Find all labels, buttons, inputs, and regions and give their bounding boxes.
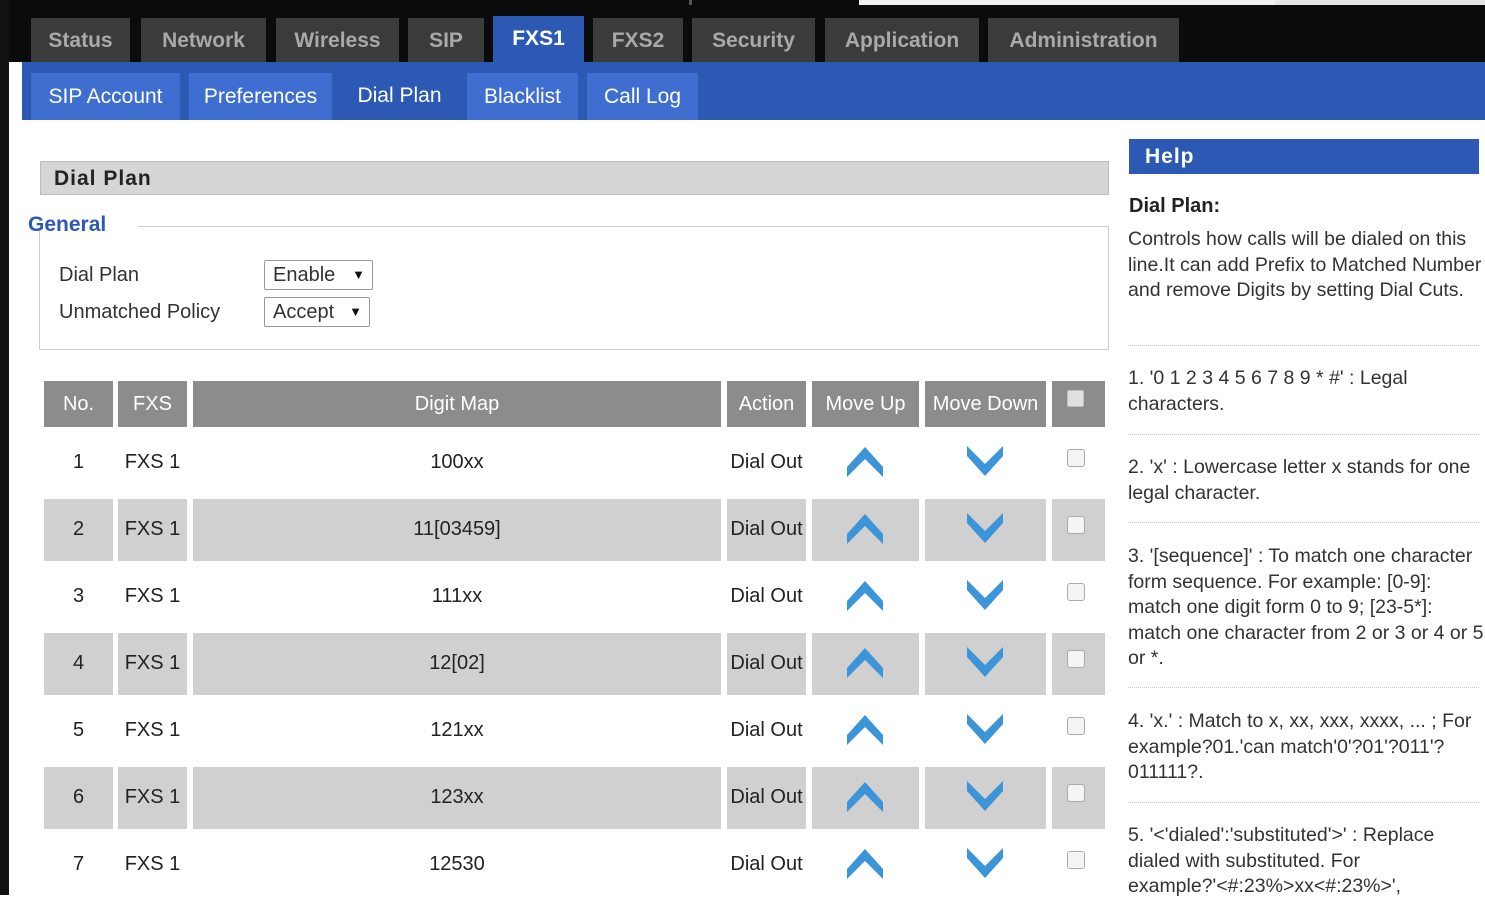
col-header-action: Action xyxy=(727,381,806,427)
row-action: Dial Out xyxy=(730,518,803,540)
move-up-icon[interactable] xyxy=(845,780,885,819)
subtab-sip-account[interactable]: SIP Account xyxy=(31,73,180,120)
row-digit-map: 111xx xyxy=(431,585,483,607)
row-digit-map: 121xx xyxy=(430,719,484,741)
help-divider xyxy=(1128,522,1479,523)
row-action: Dial Out xyxy=(730,853,803,875)
row-checkbox[interactable] xyxy=(1067,516,1085,534)
help-divider xyxy=(1128,802,1479,803)
move-down-icon[interactable] xyxy=(965,511,1005,550)
help-divider xyxy=(1128,687,1479,688)
help-divider xyxy=(1128,434,1479,435)
tab-fxs1[interactable]: FXS1 xyxy=(493,16,584,62)
general-fieldset xyxy=(38,225,1109,350)
row-fxs: FXS 1 xyxy=(124,518,181,540)
row-checkbox[interactable] xyxy=(1067,583,1085,601)
subtab-call-log[interactable]: Call Log xyxy=(587,73,698,120)
move-down-icon[interactable] xyxy=(965,712,1005,751)
tab-network[interactable]: Network xyxy=(141,18,266,62)
tab-security[interactable]: Security xyxy=(692,18,815,62)
row-digit-map: 11[03459] xyxy=(413,518,501,540)
row-action: Dial Out xyxy=(730,786,803,808)
row-fxs: FXS 1 xyxy=(124,853,181,875)
subtab-preferences[interactable]: Preferences xyxy=(189,73,332,120)
left-edge xyxy=(0,0,9,895)
help-header: Help xyxy=(1129,139,1479,174)
row-fxs: FXS 1 xyxy=(124,719,181,741)
move-up-icon[interactable] xyxy=(845,713,885,752)
col-header-move-up: Move Up xyxy=(812,381,919,427)
tab-status[interactable]: Status xyxy=(31,18,130,62)
dial-plan-value: Enable xyxy=(273,264,336,286)
top-divider xyxy=(689,0,692,5)
move-down-icon[interactable] xyxy=(965,444,1005,483)
tab-sip[interactable]: SIP xyxy=(408,18,484,62)
row-number: 3 xyxy=(72,585,85,607)
row-number: 1 xyxy=(72,451,85,473)
row-digit-map: 123xx xyxy=(430,786,484,808)
move-down-icon[interactable] xyxy=(965,645,1005,684)
move-up-icon[interactable] xyxy=(845,512,885,551)
section-title: Dial Plan xyxy=(40,161,1109,195)
move-up-icon[interactable] xyxy=(845,847,885,886)
row-fxs: FXS 1 xyxy=(124,652,181,674)
help-divider xyxy=(1128,345,1479,346)
row-number: 6 xyxy=(72,786,85,808)
move-down-icon[interactable] xyxy=(965,578,1005,617)
row-checkbox[interactable] xyxy=(1067,784,1085,802)
help-title: Dial Plan: xyxy=(1129,195,1221,217)
row-checkbox[interactable] xyxy=(1067,717,1085,735)
row-action: Dial Out xyxy=(730,451,803,473)
move-up-icon[interactable] xyxy=(845,579,885,618)
help-intro: Controls how calls will be dialed on thi… xyxy=(1128,228,1482,301)
select-all-checkbox[interactable] xyxy=(1067,390,1084,407)
move-down-icon[interactable] xyxy=(965,846,1005,885)
row-fxs: FXS 1 xyxy=(124,585,181,607)
top-strip xyxy=(859,0,1275,5)
row-digit-map: 12[02] xyxy=(429,652,485,674)
dial-plan-select[interactable]: Enable ▼ xyxy=(264,260,373,290)
row-action: Dial Out xyxy=(730,585,803,607)
row-number: 4 xyxy=(72,652,85,674)
move-up-icon[interactable] xyxy=(845,445,885,484)
tab-administration[interactable]: Administration xyxy=(988,18,1179,62)
col-header-fxs: FXS xyxy=(118,381,187,427)
top-strip-right xyxy=(1275,0,1485,5)
dropdown-arrow-icon: ▼ xyxy=(349,304,362,319)
subtab-blacklist[interactable]: Blacklist xyxy=(467,73,578,120)
general-legend: General xyxy=(28,213,107,236)
row-checkbox[interactable] xyxy=(1067,449,1085,467)
row-action: Dial Out xyxy=(730,652,803,674)
row-number: 7 xyxy=(72,853,85,875)
row-number: 2 xyxy=(72,518,85,540)
tab-fxs2[interactable]: FXS2 xyxy=(593,18,683,62)
row-checkbox[interactable] xyxy=(1067,650,1085,668)
help-item-5: 5. '<'dialed':'substituted'>' : Replace … xyxy=(1128,824,1435,897)
unmatched-policy-label: Unmatched Policy xyxy=(59,301,221,323)
move-up-icon[interactable] xyxy=(845,646,885,685)
tab-application[interactable]: Application xyxy=(825,18,979,62)
row-checkbox[interactable] xyxy=(1067,851,1085,869)
unmatched-policy-value: Accept xyxy=(273,301,335,323)
help-item-2: 2. 'x' : Lowercase letter x stands for o… xyxy=(1128,456,1471,504)
help-item-3: 3. '[sequence]' : To match one character… xyxy=(1128,545,1484,669)
move-down-icon[interactable] xyxy=(965,779,1005,818)
row-digit-map: 100xx xyxy=(430,451,484,473)
row-fxs: FXS 1 xyxy=(124,451,181,473)
row-digit-map: 12530 xyxy=(429,853,485,875)
col-header-no: No. xyxy=(44,381,113,427)
help-item-4: 4. 'x.' : Match to x, xx, xxx, xxxx, ...… xyxy=(1128,710,1472,783)
col-header-digit-map: Digit Map xyxy=(193,381,721,427)
subtab-dial-plan[interactable]: Dial Plan xyxy=(341,73,458,120)
row-fxs: FXS 1 xyxy=(124,786,181,808)
dial-plan-label: Dial Plan xyxy=(59,264,140,286)
row-number: 5 xyxy=(72,719,85,741)
col-header-move-down: Move Down xyxy=(925,381,1046,427)
dropdown-arrow-icon: ▼ xyxy=(352,267,365,282)
help-item-1: 1. '0 1 2 3 4 5 6 7 8 9 * #' : Legal cha… xyxy=(1128,367,1408,415)
tab-wireless[interactable]: Wireless xyxy=(276,18,399,62)
row-action: Dial Out xyxy=(730,719,803,741)
unmatched-policy-select[interactable]: Accept ▼ xyxy=(264,297,370,327)
